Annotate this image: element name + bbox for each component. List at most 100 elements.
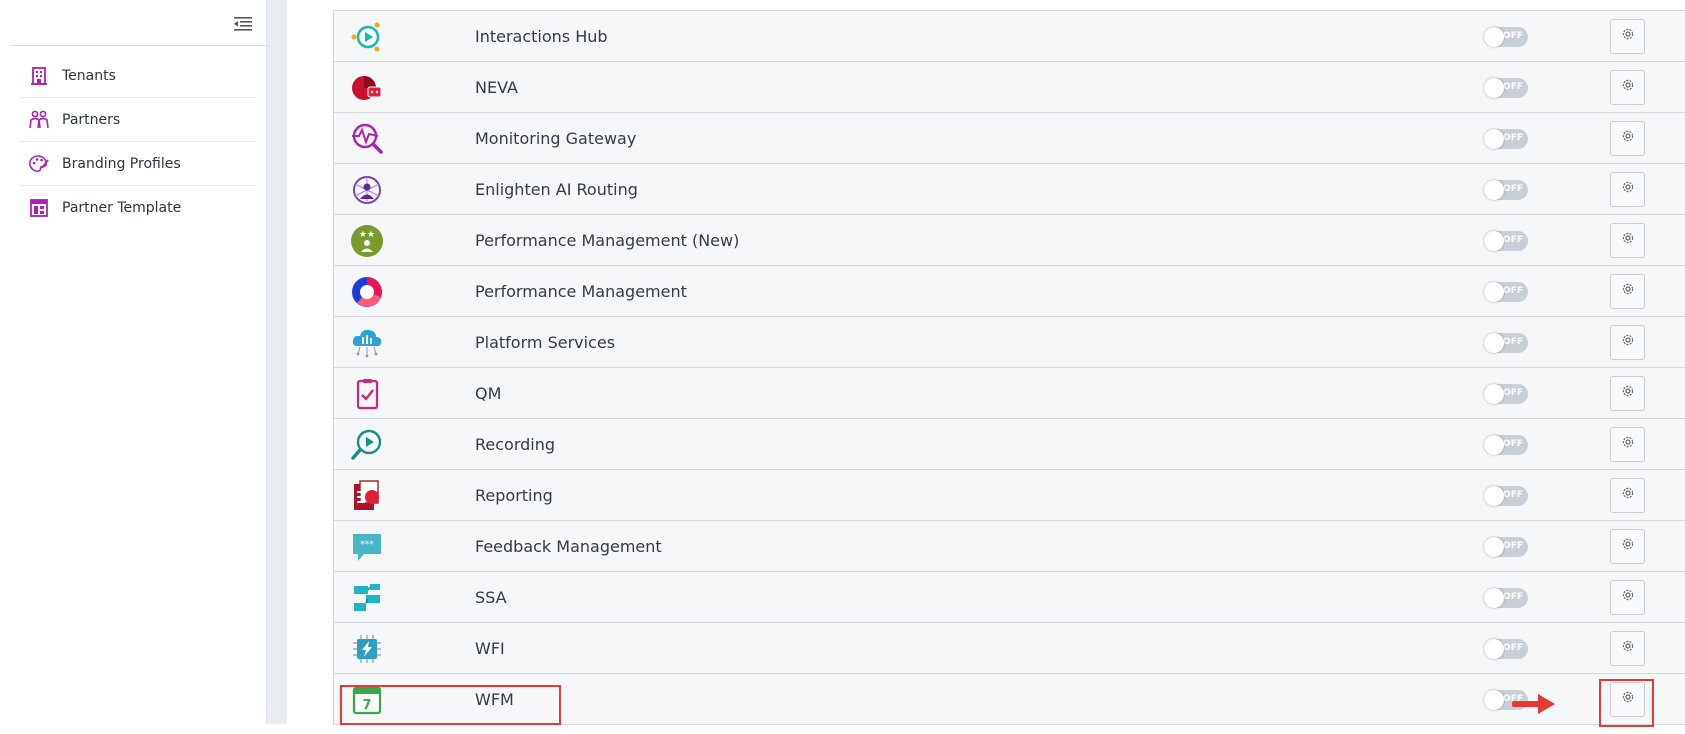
monitoring-gateway-icon (350, 122, 384, 156)
app-row: Reporting OFF (334, 470, 1685, 521)
settings-button[interactable] (1610, 529, 1645, 564)
app-name: Enlighten AI Routing (475, 180, 638, 199)
app-name: Interactions Hub (475, 27, 608, 46)
app-name: Platform Services (475, 333, 616, 352)
app-name: Monitoring Gateway (475, 129, 637, 148)
app-toggle[interactable]: OFF (1484, 588, 1528, 608)
settings-button[interactable] (1610, 223, 1645, 258)
gear-icon (1621, 282, 1635, 301)
gear-icon (1621, 435, 1635, 454)
app-root: Tenants Partners Branding Profiles Partn… (0, 0, 1685, 734)
collapse-menu-icon[interactable] (232, 16, 254, 32)
app-name: NEVA (475, 78, 518, 97)
app-row: *** Feedback Management OFF (334, 521, 1685, 572)
app-toggle[interactable]: OFF (1484, 486, 1528, 506)
app-toggle[interactable]: OFF (1484, 78, 1528, 98)
gear-icon (1621, 639, 1635, 658)
toggle-state-label: OFF (1503, 184, 1523, 194)
sidebar-item-label: Partners (62, 111, 121, 128)
app-toggle[interactable]: OFF (1484, 333, 1528, 353)
toggle-knob (1484, 384, 1504, 404)
settings-button[interactable] (1610, 376, 1645, 411)
enlighten-ai-routing-icon (350, 173, 384, 207)
app-row: Enlighten AI Routing OFF (334, 164, 1685, 215)
toggle-state-label: OFF (1503, 592, 1523, 602)
toggle-knob (1484, 537, 1504, 557)
app-row: SSA OFF (334, 572, 1685, 623)
svg-text:***: *** (360, 540, 374, 550)
app-toggle[interactable]: OFF (1484, 27, 1528, 47)
wfi-icon (350, 632, 384, 666)
app-row: Performance Management OFF (334, 266, 1685, 317)
highlight-box-wfm-name (340, 685, 561, 725)
settings-button[interactable] (1610, 325, 1645, 360)
recording-icon (350, 428, 384, 462)
gear-icon (1621, 537, 1635, 556)
sidebar-nav: Tenants Partners Branding Profiles Partn… (20, 54, 256, 230)
main-content: Interactions Hub OFF NEVA OFF Monitoring… (287, 0, 1685, 725)
toggle-state-label: OFF (1503, 31, 1523, 41)
app-row: Recording OFF (334, 419, 1685, 470)
toggle-state-label: OFF (1503, 439, 1523, 449)
app-row: NEVA OFF (334, 62, 1685, 113)
gear-icon (1621, 78, 1635, 97)
performance-management-new-icon: ★★ (350, 224, 384, 258)
settings-button[interactable] (1610, 19, 1645, 54)
performance-management-icon (350, 275, 384, 309)
app-name: Recording (475, 435, 556, 454)
toggle-state-label: OFF (1503, 235, 1523, 245)
palette-icon (28, 153, 50, 175)
template-icon (28, 197, 50, 219)
app-row: Interactions Hub OFF (334, 11, 1685, 62)
app-toggle[interactable]: OFF (1484, 180, 1528, 200)
app-toggle[interactable]: OFF (1484, 384, 1528, 404)
sidebar-item-partner-template[interactable]: Partner Template (20, 186, 256, 230)
settings-button[interactable] (1610, 70, 1645, 105)
layout-gutter (267, 0, 287, 724)
toggle-knob (1484, 588, 1504, 608)
app-row: ★★ Performance Management (New) OFF (334, 215, 1685, 266)
neva-icon (350, 71, 384, 105)
settings-button[interactable] (1610, 580, 1645, 615)
reporting-icon (350, 479, 384, 513)
toggle-knob (1484, 486, 1504, 506)
app-row: Platform Services OFF (334, 317, 1685, 368)
sidebar-item-tenants[interactable]: Tenants (20, 54, 256, 98)
app-toggle[interactable]: OFF (1484, 435, 1528, 455)
gear-icon (1621, 486, 1635, 505)
toggle-state-label: OFF (1503, 490, 1523, 500)
toggle-knob (1484, 27, 1504, 47)
app-row: WFI OFF (334, 623, 1685, 674)
toggle-state-label: OFF (1503, 388, 1523, 398)
gear-icon (1621, 588, 1635, 607)
app-name: SSA (475, 588, 507, 607)
settings-button[interactable] (1610, 121, 1645, 156)
qm-icon (350, 377, 384, 411)
toggle-state-label: OFF (1503, 643, 1523, 653)
sidebar-item-partners[interactable]: Partners (20, 98, 256, 142)
gear-icon (1621, 384, 1635, 403)
toggle-knob (1484, 639, 1504, 659)
settings-button[interactable] (1610, 478, 1645, 513)
highlight-box-wfm-settings (1599, 679, 1654, 727)
gear-icon (1621, 231, 1635, 250)
settings-button[interactable] (1610, 631, 1645, 666)
app-name: Feedback Management (475, 537, 662, 556)
toggle-knob (1484, 690, 1504, 710)
sidebar-header (10, 0, 267, 46)
app-toggle[interactable]: OFF (1484, 129, 1528, 149)
app-toggle[interactable]: OFF (1484, 282, 1528, 302)
app-toggle[interactable]: OFF (1484, 537, 1528, 557)
gear-icon (1621, 333, 1635, 352)
settings-button[interactable] (1610, 274, 1645, 309)
feedback-management-icon: *** (350, 530, 384, 564)
settings-button[interactable] (1610, 427, 1645, 462)
app-toggle[interactable]: OFF (1484, 639, 1528, 659)
app-toggle[interactable]: OFF (1484, 231, 1528, 251)
sidebar-item-branding-profiles[interactable]: Branding Profiles (20, 142, 256, 186)
toggle-state-label: OFF (1503, 82, 1523, 92)
app-row: QM OFF (334, 368, 1685, 419)
toggle-knob (1484, 231, 1504, 251)
app-name: Performance Management (475, 282, 687, 301)
settings-button[interactable] (1610, 172, 1645, 207)
